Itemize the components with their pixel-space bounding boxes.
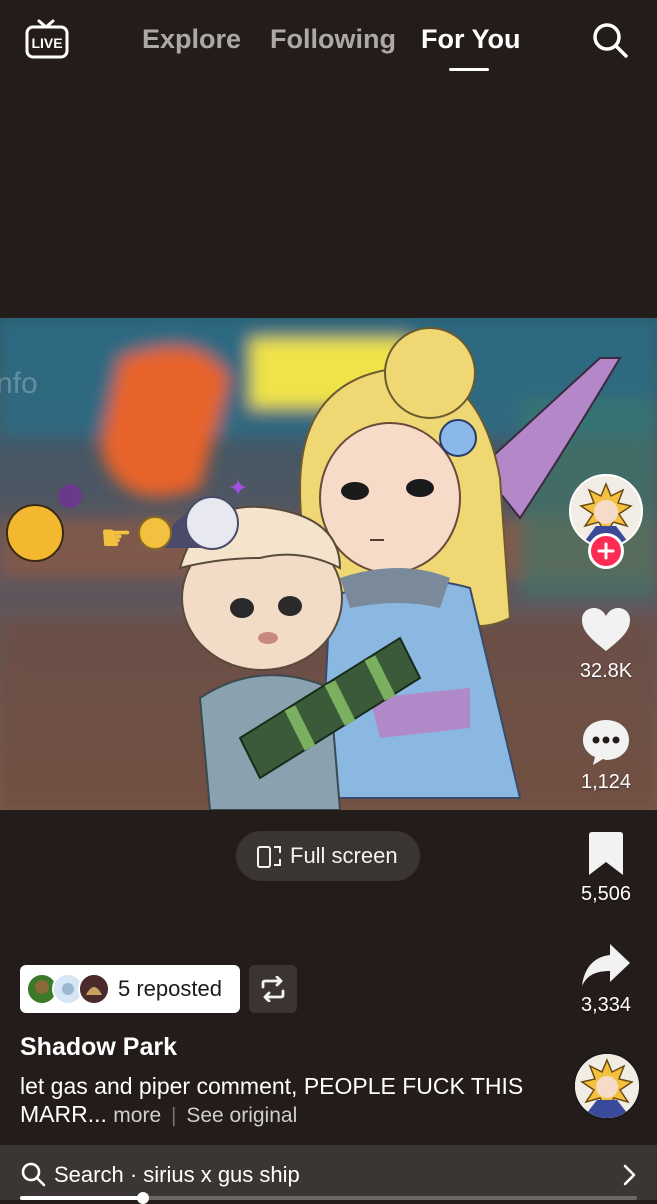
video-player[interactable]: ☛ ✦ nfo	[0, 318, 657, 810]
video-progress-handle[interactable]	[137, 1192, 149, 1204]
svg-text:☛: ☛	[100, 518, 132, 559]
svg-text:LIVE: LIVE	[31, 35, 62, 51]
comment-button[interactable]	[581, 718, 631, 771]
repost-count-label: 5 reposted	[118, 976, 222, 1001]
fullscreen-button[interactable]: Full screen	[236, 831, 420, 881]
heart-icon	[582, 608, 630, 651]
search-button[interactable]	[590, 20, 630, 60]
follow-button[interactable]	[588, 533, 624, 569]
chevron-right-icon	[623, 1164, 636, 1186]
fullscreen-label: Full screen	[290, 843, 398, 868]
video-frame-illustration: ☛ ✦ nfo	[0, 318, 657, 810]
chevron-right-wrap	[620, 1162, 640, 1193]
bookmark-count: 5,506	[580, 883, 632, 905]
related-search-label: Search · sirius x gus ship	[54, 1162, 300, 1187]
svg-text:✦: ✦	[228, 474, 248, 502]
caption-more-link[interactable]: more	[113, 1104, 161, 1127]
related-search-icon-wrap	[20, 1161, 46, 1192]
tab-following[interactable]: Following	[270, 22, 396, 56]
tab-explore[interactable]: Explore	[142, 22, 241, 56]
repost-avatar	[78, 973, 110, 1005]
music-disc-image	[575, 1054, 639, 1118]
repost-avatar-stack	[26, 971, 118, 1007]
live-icon: LIVE	[25, 19, 69, 59]
bookmark-button[interactable]	[586, 831, 626, 882]
like-button[interactable]	[581, 607, 631, 658]
share-count: 3,334	[580, 994, 632, 1016]
plus-icon	[597, 542, 615, 560]
author-name[interactable]: Shadow Park	[20, 1032, 177, 1062]
svg-text:nfo: nfo	[0, 367, 38, 400]
live-button[interactable]: LIVE	[24, 18, 70, 60]
search-icon	[21, 1162, 46, 1187]
post-caption: let gas and piper comment, PEOPLE FUCK T…	[20, 1072, 550, 1130]
rotate-screen-icon	[257, 846, 281, 868]
repost-icon	[261, 976, 285, 1002]
share-button[interactable]	[580, 942, 632, 993]
like-count: 32.8K	[579, 660, 633, 682]
active-tab-indicator	[449, 68, 489, 71]
repost-button[interactable]	[249, 965, 297, 1013]
share-arrow-icon	[582, 944, 630, 986]
search-icon	[593, 23, 628, 58]
reposted-badge[interactable]: 5 reposted	[20, 965, 240, 1013]
video-progress-fill	[20, 1196, 143, 1200]
comment-count: 1,124	[580, 771, 632, 793]
comment-icon	[583, 720, 629, 765]
tab-for-you[interactable]: For You	[421, 22, 521, 56]
caption-divider: |	[171, 1105, 177, 1127]
music-disc[interactable]	[573, 1052, 641, 1120]
see-original-link[interactable]: See original	[186, 1104, 297, 1127]
bookmark-icon	[589, 832, 623, 875]
